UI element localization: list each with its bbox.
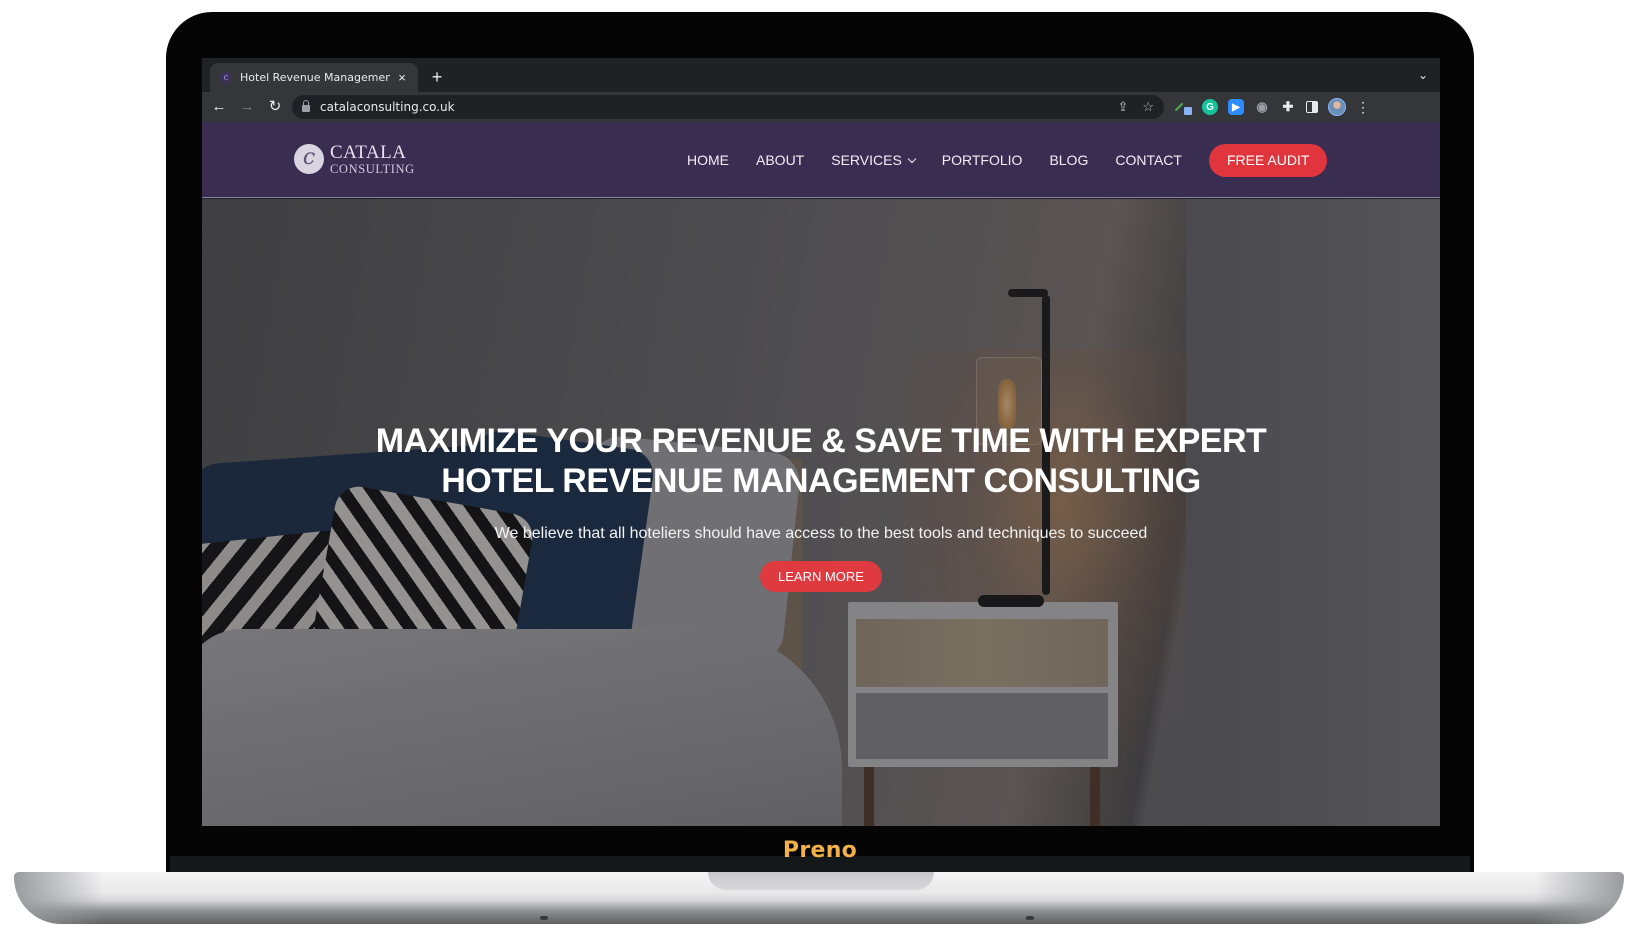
address-bar[interactable]: catalaconsulting.co.uk ⇪ ☆ xyxy=(292,95,1164,119)
laptop-opening-notch xyxy=(708,872,934,890)
chevron-down-icon xyxy=(907,154,917,163)
lock-icon[interactable] xyxy=(302,99,310,113)
catala-favicon-icon: c xyxy=(220,71,232,84)
laptop-screen: c Hotel Revenue Management Co × + ⌄ ← → … xyxy=(202,58,1440,826)
site-header: c CATALA CONSULTING HOME ABOUT SERVICES … xyxy=(202,122,1440,198)
grammarly-extension-icon[interactable]: G xyxy=(1202,99,1218,115)
catala-logo-mark-icon: c xyxy=(294,144,324,175)
learn-more-button[interactable]: LEARN MORE xyxy=(760,561,882,592)
hero-subtitle: We believe that all hoteliers should hav… xyxy=(494,525,1148,542)
nav-services[interactable]: SERVICES xyxy=(831,152,917,168)
url-text[interactable]: catalaconsulting.co.uk xyxy=(320,100,1103,114)
share-icon[interactable]: ⇪ xyxy=(1117,99,1128,115)
hero-content: MAXIMIZE YOUR REVENUE & SAVE TIME WITH E… xyxy=(202,421,1440,592)
forward-arrow-icon[interactable]: → xyxy=(236,96,258,118)
hero-section: MAXIMIZE YOUR REVENUE & SAVE TIME WITH E… xyxy=(202,199,1440,826)
tab-title: Hotel Revenue Management Co xyxy=(240,71,390,84)
profile-avatar[interactable] xyxy=(1328,98,1346,116)
nav-blog[interactable]: BLOG xyxy=(1049,152,1088,168)
bezel-brand-label: Preno xyxy=(782,838,858,863)
hero-title: MAXIMIZE YOUR REVENUE & SAVE TIME WITH E… xyxy=(202,421,1440,501)
new-tab-button[interactable]: + xyxy=(426,66,448,88)
hero-title-line-1: MAXIMIZE YOUR REVENUE & SAVE TIME WITH E… xyxy=(375,422,1267,460)
laptop-base-shade-right xyxy=(1534,872,1624,924)
close-tab-icon[interactable]: × xyxy=(394,70,410,85)
screenshot-camera-icon[interactable]: ◉ xyxy=(1254,99,1270,115)
tab-search-chevron-icon[interactable]: ⌄ xyxy=(1418,68,1428,82)
nav-contact[interactable]: CONTACT xyxy=(1115,152,1182,168)
reload-icon[interactable]: ↻ xyxy=(264,96,286,118)
bookmark-star-icon[interactable]: ☆ xyxy=(1142,99,1154,115)
extensions-puzzle-icon[interactable]: ✚ xyxy=(1280,99,1296,115)
logo-line-catala: CATALA xyxy=(330,142,407,163)
logo-line-consulting: CONSULTING xyxy=(330,162,415,176)
browser-toolbar: ← → ↻ catalaconsulting.co.uk ⇪ ☆ G ▶ ◉ ✚… xyxy=(202,92,1440,122)
extensions-area: G ▶ ◉ ✚ ⋮ xyxy=(1176,96,1370,118)
side-panel-icon[interactable] xyxy=(1306,101,1318,113)
browser-menu-kebab-icon[interactable]: ⋮ xyxy=(1356,99,1370,116)
laptop-foot xyxy=(1026,916,1034,920)
browser-tab-active[interactable]: c Hotel Revenue Management Co × xyxy=(210,63,418,92)
nav-portfolio[interactable]: PORTFOLIO xyxy=(942,152,1023,168)
color-picker-extension-icon[interactable] xyxy=(1176,99,1192,115)
nav-home[interactable]: HOME xyxy=(687,152,729,168)
browser-tabstrip: c Hotel Revenue Management Co × + ⌄ xyxy=(202,58,1440,92)
laptop-foot xyxy=(540,916,548,920)
nav-about[interactable]: ABOUT xyxy=(756,152,804,168)
logo-wordmark: CATALA CONSULTING xyxy=(330,143,415,176)
back-arrow-icon[interactable]: ← xyxy=(208,96,230,118)
main-navigation: HOME ABOUT SERVICES PORTFOLIO BLOG CONTA… xyxy=(687,143,1328,177)
laptop-base-shade-left xyxy=(14,872,104,924)
zoom-extension-icon[interactable]: ▶ xyxy=(1228,99,1244,115)
catala-logo[interactable]: c CATALA CONSULTING xyxy=(294,143,415,176)
nav-services-label: SERVICES xyxy=(831,152,902,168)
free-audit-button[interactable]: FREE AUDIT xyxy=(1208,143,1328,177)
website: c CATALA CONSULTING HOME ABOUT SERVICES … xyxy=(202,122,1440,826)
hero-title-line-2: HOTEL REVENUE MANAGEMENT CONSULTING xyxy=(441,462,1201,500)
